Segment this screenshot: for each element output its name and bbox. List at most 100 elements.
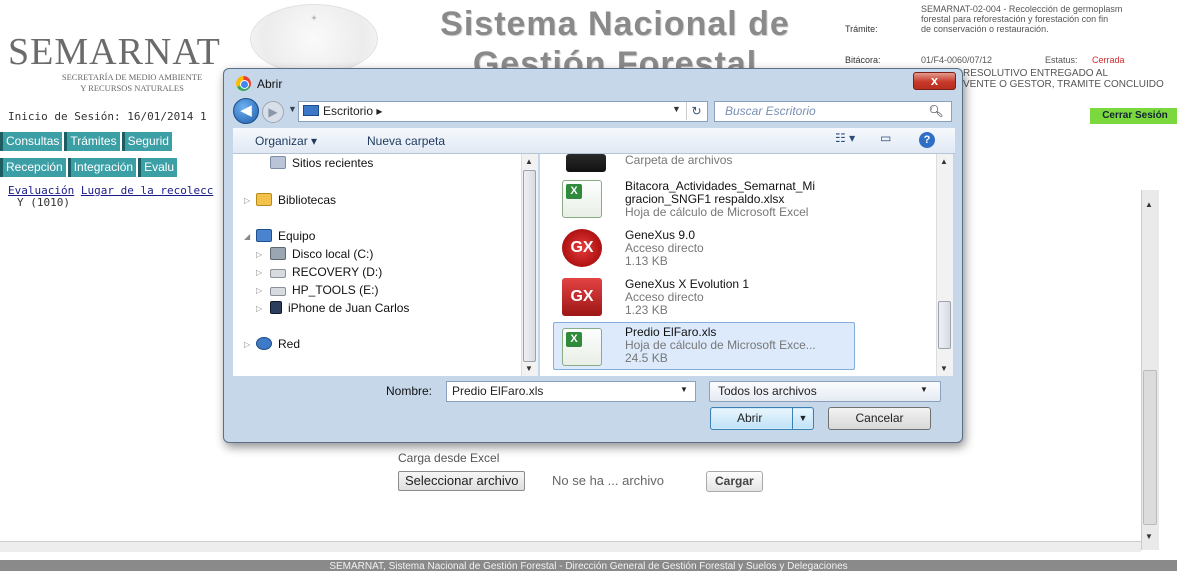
help-icon[interactable]: ?	[919, 132, 935, 148]
file-name-label: Nombre:	[386, 384, 433, 398]
page-footer: SEMARNAT, Sistema Nacional de Gestión Fo…	[0, 560, 1177, 571]
nav-item-recent-label: Sitios recientes	[292, 156, 374, 170]
menu-consultas[interactable]: Consultas	[0, 132, 63, 151]
excel-upload-label: Carga desde Excel	[398, 451, 500, 465]
network-icon	[256, 337, 272, 350]
excel-file-icon	[562, 328, 602, 366]
nav-item-computer[interactable]: Equipo	[256, 229, 315, 243]
national-seal-icon: ✦	[250, 4, 378, 74]
scroll-up-icon[interactable]: ▲	[525, 157, 533, 166]
bitacora-value: 01/F4-0060/07/12	[921, 55, 993, 65]
nav-item-libraries[interactable]: Bibliotecas	[256, 193, 336, 207]
tramite-value-line2: forestal para reforestación y forestació…	[921, 14, 1109, 24]
logo-subtitle: SECRETARÍA DE MEDIO AMBIENTE Y RECURSOS …	[32, 72, 232, 94]
computer-icon	[256, 229, 272, 242]
nav-pane-scroll-thumb[interactable]	[523, 170, 536, 362]
tramite-value-line1: SEMARNAT-02-004 - Recolección de germopl…	[921, 4, 1123, 14]
local-disk-icon	[270, 247, 286, 260]
menu-integracion[interactable]: Integración	[67, 158, 137, 177]
nav-item-iphone[interactable]: iPhone de Juan Carlos	[270, 301, 409, 315]
nav-item-iphone-label: iPhone de Juan Carlos	[288, 301, 410, 315]
collapse-icon[interactable]: ◢	[244, 232, 250, 241]
expand-icon[interactable]: ▷	[256, 304, 262, 313]
folder-icon	[566, 154, 606, 172]
resolutivo-line2: VENTE O GESTOR, TRAMITE CONCLUIDO	[963, 79, 1164, 90]
menu-recepcion[interactable]: Recepción	[0, 158, 66, 177]
menu-evaluacion[interactable]: Evalu	[138, 158, 178, 177]
cancel-button[interactable]: Cancelar	[828, 407, 931, 430]
recent-places-icon	[270, 156, 286, 169]
logout-button[interactable]: Cerrar Sesión	[1090, 108, 1177, 124]
excel-file-icon	[562, 180, 602, 218]
refresh-icon[interactable]: ↻	[686, 102, 706, 120]
upload-button[interactable]: Cargar	[706, 471, 763, 492]
file-item-genexus-evolution[interactable]: GeneXus X Evolution 1 Acceso directo 1.2…	[625, 278, 749, 317]
session-start: Inicio de Sesión: 16/01/2014 1	[8, 110, 207, 123]
nav-item-disk-c[interactable]: Disco local (C:)	[270, 247, 373, 261]
page-scroll-thumb[interactable]	[1143, 370, 1157, 525]
logo-subtitle-line1: SECRETARÍA DE MEDIO AMBIENTE	[61, 72, 203, 82]
search-icon[interactable]: 🔍︎	[928, 103, 944, 119]
expand-icon[interactable]: ▷	[256, 268, 262, 277]
breadcrumb-lugar-link[interactable]: Lugar de la recolecc	[81, 184, 213, 197]
file-item-predio-elfaro[interactable]: Predio ElFaro.xls Hoja de cálculo de Mic…	[625, 326, 816, 365]
file-list-scroll-thumb[interactable]	[938, 301, 951, 349]
nav-item-libraries-label: Bibliotecas	[278, 193, 337, 207]
history-dropdown-icon[interactable]: ▼	[288, 104, 297, 114]
address-dropdown-icon[interactable]: ▼	[672, 104, 681, 114]
menu-seguridad[interactable]: Segurid	[121, 132, 172, 151]
estatus-label: Estatus:	[1045, 55, 1078, 65]
view-options-icon[interactable]: ☷ ▾	[835, 131, 855, 145]
record-code: Y (1010)	[17, 196, 70, 209]
address-bar[interactable]: Escritorio ▸	[298, 101, 708, 122]
nav-item-recovery-d[interactable]: RECOVERY (D:)	[270, 265, 382, 279]
nav-item-computer-label: Equipo	[278, 229, 316, 243]
nav-item-disk-c-label: Disco local (C:)	[292, 247, 374, 261]
dialog-close-button[interactable]: x	[913, 72, 956, 90]
nav-item-network[interactable]: Red	[256, 337, 300, 351]
file-name-input[interactable]: Predio ElFaro.xls	[446, 381, 696, 402]
bitacora-label: Bitácora:	[845, 55, 881, 65]
file-item-bitacora[interactable]: Bitacora_Actividades_Semarnat_Mi gracion…	[625, 180, 815, 219]
scroll-down-icon[interactable]: ▼	[940, 364, 948, 373]
organizar-menu[interactable]: Organizar ▾	[255, 134, 317, 148]
new-folder-button[interactable]: Nueva carpeta	[367, 134, 445, 148]
preview-pane-icon[interactable]: ▭	[880, 131, 891, 145]
expand-icon[interactable]: ▷	[244, 340, 250, 349]
file-type-dropdown-icon[interactable]: ▼	[920, 385, 928, 394]
nav-item-hptools-e[interactable]: HP_TOOLS (E:)	[270, 283, 378, 297]
open-button-dropdown-icon[interactable]: ▼	[792, 408, 813, 429]
file-type-select[interactable]: Todos los archivos	[709, 381, 941, 402]
semarnat-logo: SEMARNAT	[8, 31, 221, 73]
desktop-icon	[303, 105, 319, 116]
resolutivo-line1: RESOLUTIVO ENTREGADO AL	[963, 68, 1109, 79]
scroll-up-icon[interactable]: ▲	[1145, 200, 1153, 209]
file-item-genexus9[interactable]: GeneXus 9.0 Acceso directo 1.13 KB	[625, 229, 704, 268]
address-separator: ▸	[376, 104, 383, 118]
file-name-dropdown-icon[interactable]: ▼	[680, 385, 688, 394]
scroll-down-icon[interactable]: ▼	[1145, 532, 1153, 541]
nav-item-recovery-d-label: RECOVERY (D:)	[292, 265, 383, 279]
estatus-value: Cerrada	[1092, 55, 1125, 65]
back-arrow-icon[interactable]: ◀	[233, 98, 259, 124]
phone-icon	[270, 301, 282, 314]
expand-icon[interactable]: ▷	[256, 286, 262, 295]
secondary-menu: Recepción Integración Evalu	[0, 158, 178, 177]
address-text: Escritorio	[323, 104, 374, 118]
page-horizontal-scrollbar[interactable]	[0, 541, 1141, 552]
expand-icon[interactable]: ▷	[256, 250, 262, 259]
drive-icon	[270, 287, 286, 296]
tramite-value: SEMARNAT-02-004 - Recolección de germopl…	[921, 4, 1177, 34]
menu-tramites[interactable]: Trámites	[64, 132, 120, 151]
logo-subtitle-line2: Y RECURSOS NATURALES	[80, 83, 184, 93]
expand-icon[interactable]: ▷	[244, 196, 250, 205]
nav-item-hptools-e-label: HP_TOOLS (E:)	[292, 283, 379, 297]
search-input[interactable]: Buscar Escritorio	[714, 101, 952, 122]
scroll-up-icon[interactable]: ▲	[940, 157, 948, 166]
forward-arrow-icon[interactable]: ▶	[262, 101, 284, 123]
system-title-line1: Sistema Nacional de	[440, 5, 790, 43]
select-file-button[interactable]: Seleccionar archivo	[398, 471, 526, 491]
drive-icon	[270, 269, 286, 278]
nav-item-recent[interactable]: Sitios recientes	[270, 156, 373, 170]
scroll-down-icon[interactable]: ▼	[525, 364, 533, 373]
